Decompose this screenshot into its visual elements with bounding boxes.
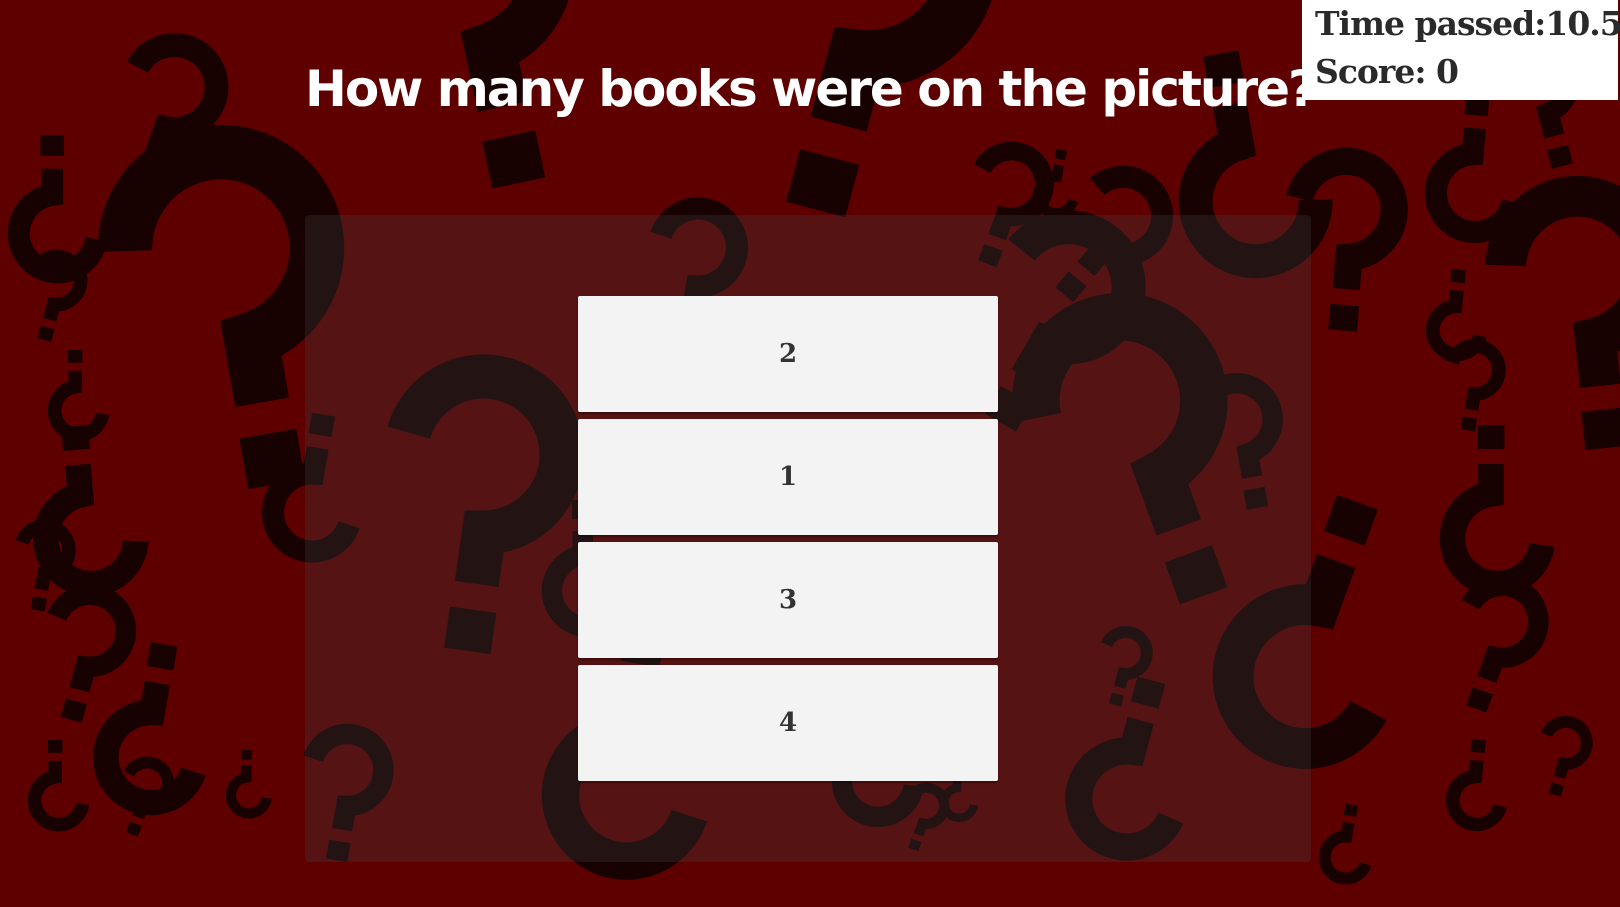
- score-label: Score:: [1315, 52, 1436, 91]
- score-readout: Score: 0: [1315, 48, 1618, 96]
- answer-label: 3: [778, 585, 798, 615]
- answer-label: 1: [778, 462, 798, 492]
- answer-label: 2: [778, 339, 798, 369]
- answer-button[interactable]: 1: [578, 419, 998, 535]
- time-value: 10.5: [1545, 4, 1620, 43]
- answer-label: 4: [778, 708, 798, 738]
- time-label: Time passed:: [1315, 4, 1546, 43]
- answer-list: 2 1 3 4: [578, 296, 998, 788]
- answer-button[interactable]: 3: [578, 542, 998, 658]
- status-panel: Time passed:10.5 Score: 0: [1302, 0, 1620, 100]
- question-title: How many books were on the picture?: [304, 60, 1317, 118]
- answer-button[interactable]: 4: [578, 665, 998, 781]
- answer-button[interactable]: 2: [578, 296, 998, 412]
- timer-readout: Time passed:10.5: [1315, 0, 1620, 48]
- score-value: 0: [1436, 52, 1459, 91]
